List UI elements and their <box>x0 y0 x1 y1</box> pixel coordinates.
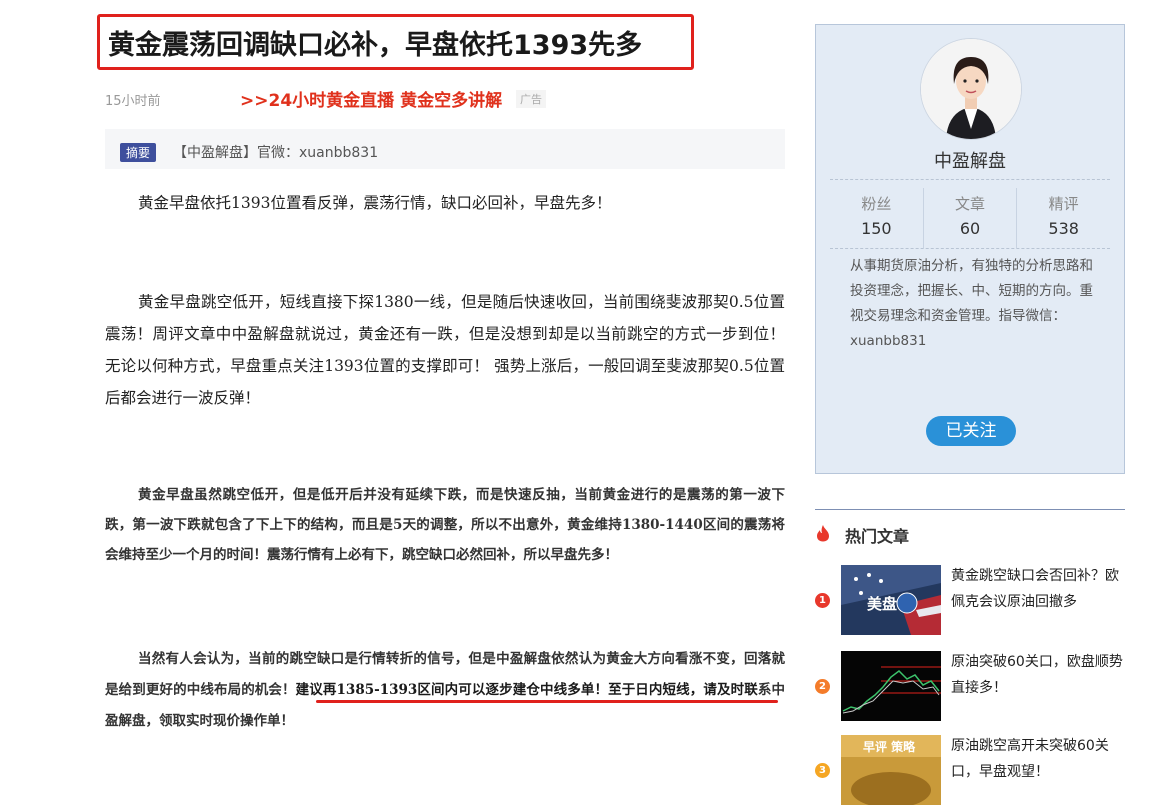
hot-article-thumbnail[interactable]: 美盘 <box>841 565 941 635</box>
hot-article-1[interactable]: 1 美盘 黄金跳空缺口会否回补？欧佩克会议原油回撤多 <box>815 565 1130 637</box>
hot-article-title[interactable]: 黄金跳空缺口会否回补？欧佩克会议原油回撤多 <box>951 563 1126 615</box>
divider <box>830 179 1110 180</box>
stat-featured: 精评 538 <box>1016 188 1110 248</box>
stat-value: 150 <box>861 219 892 238</box>
hot-article-3[interactable]: 3 早评 策略 原油跳空高开未突破60关口，早盘观望！ <box>815 735 1130 807</box>
stat-value: 538 <box>1048 219 1079 238</box>
stat-articles: 文章 60 <box>922 188 1017 248</box>
hot-article-2[interactable]: 2 原油突破60关口，欧盘顺势直接多！ <box>815 651 1130 723</box>
paragraph-4-highlight: 建议再1385-1393区间内可以逐步建仓中线多单！至于日内短线，请及时联 <box>295 682 758 698</box>
avatar-portrait-icon <box>921 39 1021 139</box>
hot-section-divider <box>815 509 1125 510</box>
rank-badge: 3 <box>815 763 830 778</box>
divider <box>830 248 1110 249</box>
hot-article-title[interactable]: 原油突破60关口，欧盘顺势直接多！ <box>951 649 1126 701</box>
rank-badge: 1 <box>815 593 830 608</box>
summary-text: 【中盈解盘】官微：xuanbb831 <box>173 145 379 161</box>
author-description: 从事期货原油分析，有独特的分析思路和投资理念，把握长、中、短期的方向。重视交易理… <box>850 258 1093 349</box>
article-title: 黄金震荡回调缺口必补，早盘依托1393先多 <box>108 29 643 61</box>
rank-badge: 2 <box>815 679 830 694</box>
author-avatar[interactable] <box>920 38 1022 140</box>
hot-article-thumbnail[interactable]: 早评 策略 <box>841 735 941 805</box>
fire-icon <box>815 524 831 546</box>
stat-label: 粉丝 <box>861 195 892 213</box>
author-name[interactable]: 中盈解盘 <box>816 147 1124 173</box>
stat-fans: 粉丝 150 <box>830 188 923 248</box>
article-paragraph-1: 黄金早盘依托1393位置看反弹，震荡行情，缺口必回补，早盘先多！ <box>138 194 612 212</box>
author-card: 中盈解盘 粉丝 150 文章 60 精评 538 从事期货原油分析，有独特的分析… <box>815 24 1125 474</box>
stat-value: 60 <box>959 219 981 238</box>
article-paragraph-4: 当然有人会认为，当前的跳空缺口是行情转折的信号，但是中盈解盘依然认为黄金大方向看… <box>105 644 785 737</box>
ad-link[interactable]: >>24小时黄金直播 黄金空多讲解 <box>240 86 502 111</box>
thumb-caption: 早评 策略 <box>863 739 916 754</box>
article-paragraph-3: 黄金早盘虽然跳空低开，但是低开后并没有延续下跌，而是快速反抽，当前黄金进行的是震… <box>105 487 785 563</box>
summary-box: 摘要 【中盈解盘】官微：xuanbb831 <box>105 129 785 169</box>
stat-label: 精评 <box>1048 195 1079 213</box>
author-stats: 粉丝 150 文章 60 精评 538 <box>830 188 1110 248</box>
article-paragraph-2: 黄金早盘跳空低开，短线直接下探1380一线，但是随后快速收回，当前围绕斐波那契0… <box>105 293 785 407</box>
stat-label: 文章 <box>955 195 986 213</box>
summary-tag: 摘要 <box>120 143 157 162</box>
thumb-caption: 美盘 <box>867 595 897 613</box>
hot-article-thumbnail[interactable] <box>841 651 941 721</box>
ad-tag: 广告 <box>516 90 546 108</box>
hot-articles-title: 热门文章 <box>845 527 910 546</box>
publish-time: 15小时前 <box>105 94 161 109</box>
hot-article-title[interactable]: 原油跳空高开未突破60关口，早盘观望！ <box>951 733 1126 785</box>
article-title-box: 黄金震荡回调缺口必补，早盘依托1393先多 <box>97 14 694 70</box>
follow-button[interactable]: 已关注 <box>926 416 1016 446</box>
highlight-underline <box>316 700 778 703</box>
